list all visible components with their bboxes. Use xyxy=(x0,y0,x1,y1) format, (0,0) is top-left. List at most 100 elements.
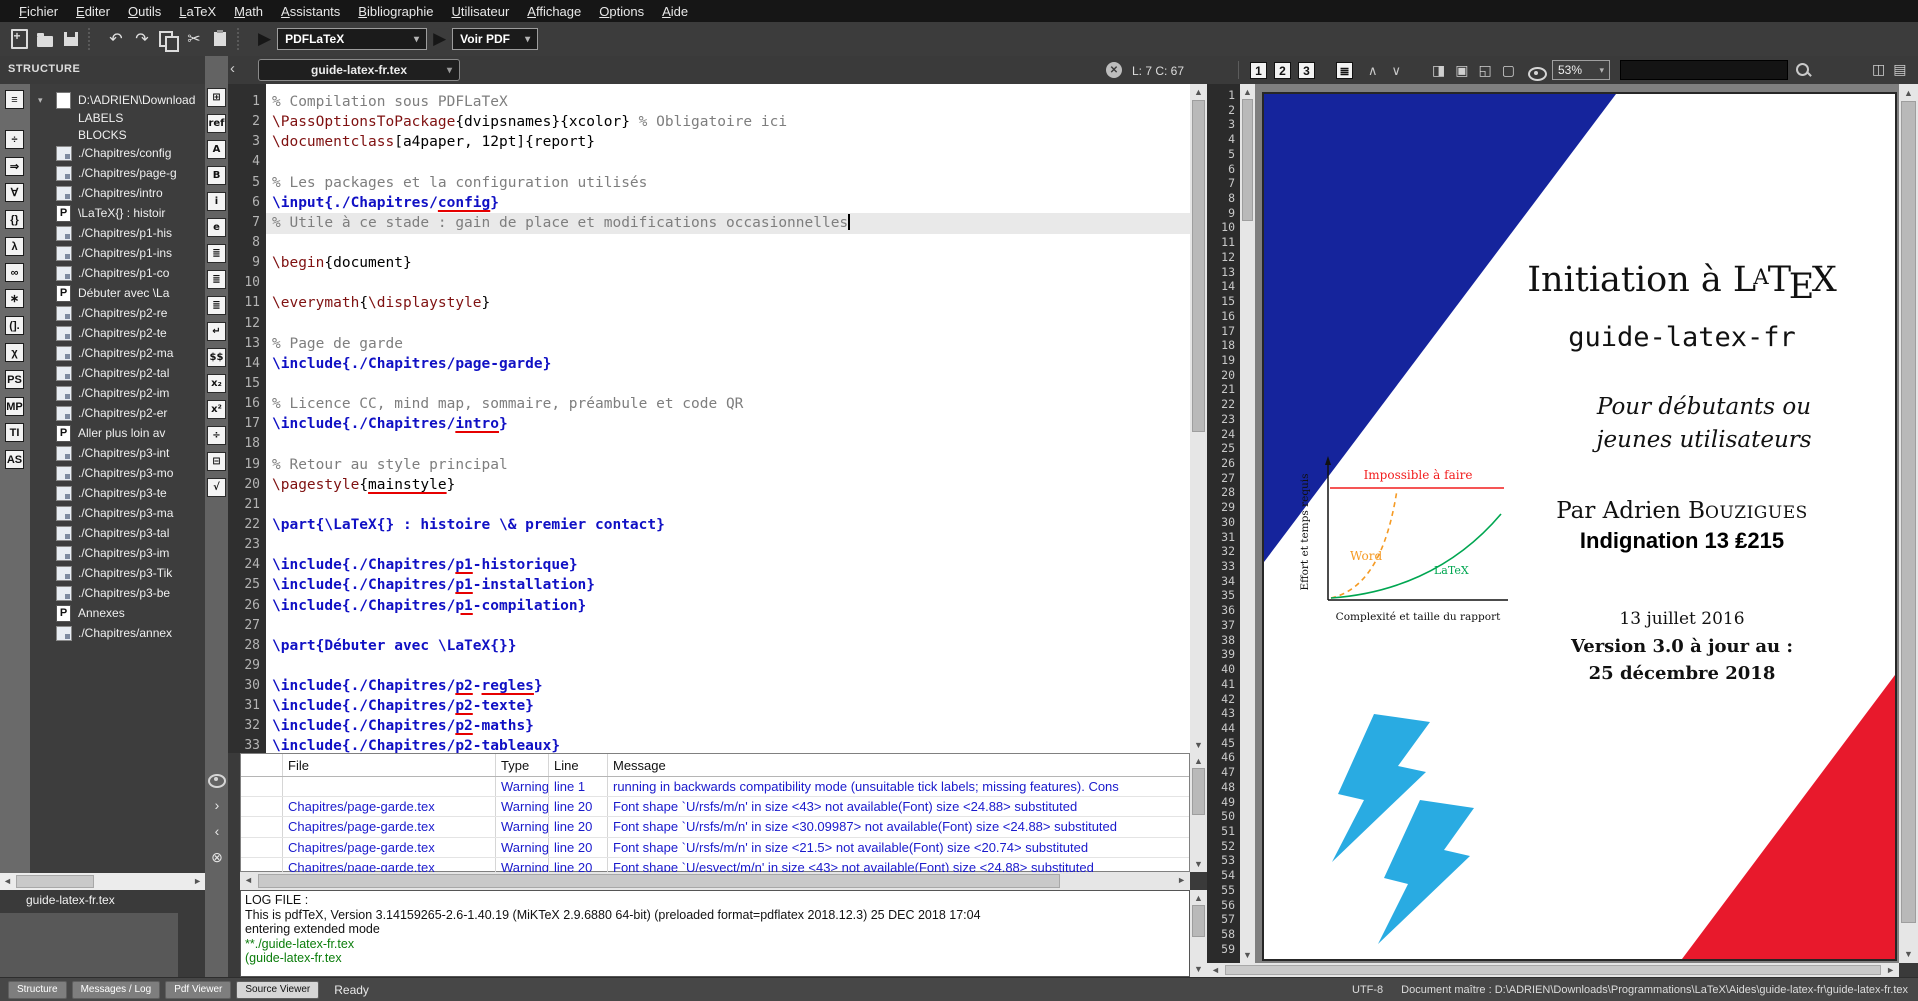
font-icon[interactable]: A xyxy=(207,140,226,159)
tree-item[interactable]: ./Chapitres/p3-Tik xyxy=(30,563,205,583)
save-icon[interactable] xyxy=(58,27,84,51)
toggle-log-eye-icon[interactable] xyxy=(208,770,226,788)
run-view-button[interactable]: ▶ xyxy=(433,29,446,49)
message-row[interactable]: Chapitres/page-garde.texWarningline 20Fo… xyxy=(241,817,1189,837)
delimiters-icon[interactable]: (]. xyxy=(5,316,24,335)
messages-hscrollbar[interactable]: ◄► xyxy=(240,872,1190,890)
subscript-icon[interactable]: x₂ xyxy=(207,374,226,393)
undo-icon[interactable]: ↶ xyxy=(103,27,129,51)
grid-window-icon[interactable]: ▤ xyxy=(1893,61,1906,78)
tree-item[interactable]: ./Chapitres/p3-mo xyxy=(30,463,205,483)
status-button-pdf-viewer[interactable]: Pdf Viewer xyxy=(165,981,231,999)
split-window-icon[interactable]: ◫ xyxy=(1872,61,1885,78)
bold-icon[interactable]: B xyxy=(207,166,226,185)
message-row[interactable]: Chapitres/page-garde.texWarningline 20Fo… xyxy=(241,838,1189,858)
tree-item[interactable]: ./Chapitres/p3-te xyxy=(30,483,205,503)
tree-item[interactable]: ./Chapitres/p2-ma xyxy=(30,343,205,363)
enumerate-icon[interactable]: ≣ xyxy=(207,270,226,289)
pdf-zoom-select[interactable]: 53%▾ xyxy=(1552,60,1610,80)
math-operators-icon[interactable]: ÷ xyxy=(5,130,24,149)
editor-vscrollbar[interactable]: ▲ ▼ xyxy=(1190,84,1207,753)
tree-item[interactable]: PAnnexes xyxy=(30,603,205,623)
pdf-vscrollbar[interactable]: ▲ ▼ xyxy=(1899,84,1918,963)
pdf-hscrollbar[interactable]: ◄► xyxy=(1207,963,1899,977)
fit-page-icon[interactable]: ▣ xyxy=(1455,62,1468,79)
tab-guide-latex-fr[interactable]: guide-latex-fr.tex▾ xyxy=(258,59,460,81)
tree-item[interactable]: ./Chapitres/p1-ins xyxy=(30,243,205,263)
divide-icon[interactable]: ÷ xyxy=(207,426,226,445)
view-mode-select[interactable]: Voir PDF▾ xyxy=(452,28,538,50)
quantifiers-icon[interactable]: ∀ xyxy=(5,183,24,202)
menu-item-assistants[interactable]: Assistants xyxy=(272,4,349,19)
emph-icon[interactable]: e xyxy=(207,218,226,237)
tree-item[interactable]: ./Chapitres/p2-te xyxy=(30,323,205,343)
braces-icon[interactable]: {} xyxy=(5,210,24,229)
pdf-search-input[interactable] xyxy=(1620,60,1788,80)
metapost-icon[interactable]: MP xyxy=(5,397,24,416)
menu-item-utilisateur[interactable]: Utilisateur xyxy=(442,4,518,19)
tree-item[interactable]: ./Chapitres/p3-be xyxy=(30,583,205,603)
marquee-zoom-icon[interactable]: ◱ xyxy=(1478,62,1491,79)
tree-item[interactable]: PDébuter avec \La xyxy=(30,283,205,303)
search-icon[interactable] xyxy=(1796,63,1809,76)
compile-mode-select[interactable]: PDFLaTeX▾ xyxy=(277,28,427,50)
stop-process-icon[interactable]: ⊗ xyxy=(208,848,226,866)
status-button-structure[interactable]: Structure xyxy=(8,981,67,999)
new-file-icon[interactable] xyxy=(6,27,32,51)
stop-process-icon[interactable]: ✕ xyxy=(1106,62,1122,78)
previous-page-icon[interactable]: ∧ xyxy=(1368,63,1378,79)
tree-item[interactable]: ./Chapitres/p3-im xyxy=(30,543,205,563)
expander-icon[interactable]: ▾ xyxy=(38,95,43,106)
greek-icon[interactable]: λ xyxy=(5,237,24,256)
page-3-button[interactable]: 3 xyxy=(1298,62,1315,79)
tree-item[interactable]: ./Chapitres/p1-his xyxy=(30,223,205,243)
asymptote-icon[interactable]: AS xyxy=(5,450,24,469)
run-compile-button[interactable]: ▶ xyxy=(258,29,271,49)
italic-icon[interactable]: i xyxy=(207,192,226,211)
sqrt-icon[interactable]: √ xyxy=(207,478,226,497)
itemize-icon[interactable]: ≣ xyxy=(207,244,226,263)
tree-item[interactable]: ./Chapitres/p2-tal xyxy=(30,363,205,383)
menu-item-fichier[interactable]: Fichier xyxy=(10,4,67,19)
pdf-page[interactable]: Initiation à LATEX guide-latex-fr Pour d… xyxy=(1262,92,1897,961)
newline-icon[interactable]: ↵ xyxy=(207,322,226,341)
tree-item[interactable]: ./Chapitres/p2-re xyxy=(30,303,205,323)
continuous-mode-icon[interactable]: ≣ xyxy=(1336,62,1353,79)
math-mode-icon[interactable]: $$ xyxy=(207,348,226,367)
cut-icon[interactable]: ✂ xyxy=(181,27,207,51)
special-chars-icon[interactable]: χ xyxy=(5,343,24,362)
strip-vscrollbar[interactable]: ▲ ▼ xyxy=(1240,84,1255,963)
next-message-icon[interactable]: › xyxy=(208,796,226,814)
tree-item[interactable]: BLOCKS xyxy=(30,127,205,144)
menu-item-affichage[interactable]: Affichage xyxy=(518,4,590,19)
status-button-messages-log[interactable]: Messages / Log xyxy=(72,981,161,999)
tree-item[interactable]: ▾D:\ADRIEN\Download xyxy=(30,90,205,110)
menu-item-math[interactable]: Math xyxy=(225,4,272,19)
pdf-line-sync-strip[interactable]: 1234567891011121314151617181920212223242… xyxy=(1207,84,1240,963)
prev-message-icon[interactable]: ‹ xyxy=(208,822,226,840)
open-file-icon[interactable] xyxy=(32,27,58,51)
tree-item[interactable]: PAller plus loin av xyxy=(30,423,205,443)
status-button-source-viewer[interactable]: Source Viewer xyxy=(236,981,319,999)
tree-item[interactable]: ./Chapitres/page-g xyxy=(30,163,205,183)
copy-icon[interactable] xyxy=(155,27,181,51)
tree-item[interactable]: ./Chapitres/intro xyxy=(30,183,205,203)
menu-item-aide[interactable]: Aide xyxy=(653,4,697,19)
misc-symbols-icon[interactable]: ∗ xyxy=(5,289,24,308)
description-icon[interactable]: ≣ xyxy=(207,296,226,315)
ref-icon[interactable]: ref xyxy=(207,114,226,133)
follow-cursor-eye-icon[interactable] xyxy=(1528,67,1547,81)
misc-math-icon[interactable]: ∞ xyxy=(5,263,24,282)
message-row[interactable]: Chapitres/page-garde.texWarningline 20Fo… xyxy=(241,797,1189,817)
page-1-button[interactable]: 1 xyxy=(1250,62,1267,79)
structure-tab-icon[interactable]: ≡ xyxy=(5,90,24,109)
tree-item[interactable]: ./Chapitres/p2-er xyxy=(30,403,205,423)
tikz-icon[interactable]: TI xyxy=(5,423,24,442)
superscript-icon[interactable]: x² xyxy=(207,400,226,419)
arrows-icon[interactable]: ⇒ xyxy=(5,157,24,176)
tree-item[interactable]: P\LaTeX{} : histoir xyxy=(30,203,205,223)
label-icon[interactable]: ⊞ xyxy=(207,88,226,107)
page-2-button[interactable]: 2 xyxy=(1274,62,1291,79)
fit-width-icon[interactable]: ◨ xyxy=(1432,62,1445,79)
tree-item[interactable]: ./Chapitres/p1-co xyxy=(30,263,205,283)
